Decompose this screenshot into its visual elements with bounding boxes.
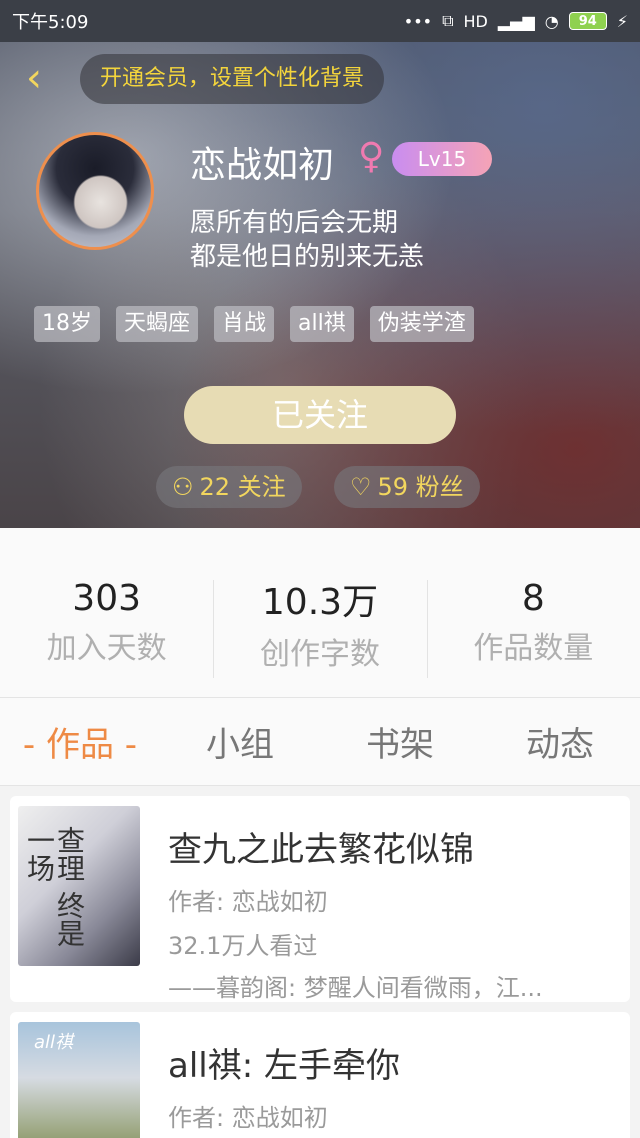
heart-plus-icon: ♡ — [350, 473, 372, 501]
following-label: 22 关注 — [199, 473, 286, 501]
following-count-button[interactable]: ⚇ 22 关注 — [156, 466, 302, 508]
tab-groups[interactable]: 小组 — [160, 717, 320, 766]
stats-panel: 303 加入天数 10.3万 创作字数 8 作品数量 — [0, 528, 640, 698]
tag: 伪装学渣 — [369, 306, 474, 342]
bio: 愿所有的后会无期 都是他日的别来无恙 — [190, 206, 424, 274]
stat-word-count: 10.3万 创作字数 — [213, 528, 426, 697]
charging-icon: ⚡ — [616, 11, 628, 31]
tag: 肖战 — [214, 306, 275, 342]
stat-join-days: 303 加入天数 — [0, 528, 213, 697]
stat-label: 创作字数 — [259, 636, 380, 672]
cover-title: all祺 — [34, 1032, 74, 1053]
fans-label: 59 粉丝 — [377, 473, 464, 501]
status-bar: 下午5:09 ••• ⧉ HD ▂▄▆ ◔ 94 ⚡ — [0, 0, 640, 42]
work-cover-image: 查理 终是一场 — [18, 806, 140, 966]
vip-background-banner[interactable]: 开通会员，设置个性化背景 — [80, 54, 385, 104]
stat-value: 303 — [72, 578, 142, 619]
stat-label: 作品数量 — [473, 631, 594, 666]
status-time: 下午5:09 — [12, 12, 89, 33]
stat-label: 加入天数 — [46, 631, 167, 666]
tab-activity[interactable]: 动态 — [480, 717, 640, 766]
hd-signal-icon: HD — [463, 11, 488, 31]
signal-bars-icon: ▂▄▆ — [497, 11, 535, 31]
more-dots-icon: ••• — [403, 11, 433, 31]
stat-works-count: 8 作品数量 — [426, 528, 640, 697]
battery-icon: 94 — [568, 12, 607, 30]
stat-value: 10.3万 — [261, 581, 379, 623]
cover-title: 查理 终是一场 — [23, 826, 86, 947]
level-badge: Lv15 — [392, 142, 492, 176]
work-author: 作者: 恋战如初 — [168, 888, 328, 916]
work-title: all祺: 左手牵你 — [168, 1046, 400, 1086]
avatar[interactable] — [36, 132, 154, 250]
female-gender-icon: ♀ — [358, 136, 385, 177]
work-card[interactable]: all祺 all祺: 左手牵你 作者: 恋战如初 — [10, 1012, 630, 1138]
work-author: 作者: 恋战如初 — [168, 1104, 328, 1132]
username: 恋战如初 — [190, 145, 335, 186]
tab-bookshelf[interactable]: 书架 — [320, 717, 480, 766]
bio-line-1: 愿所有的后会无期 — [190, 208, 399, 238]
work-views: 32.1万人看过 — [168, 932, 318, 960]
tag: all祺 — [290, 306, 354, 342]
stat-value: 8 — [521, 578, 545, 619]
tag: 18岁 — [34, 306, 100, 342]
rotation-icon: ⧉ — [442, 11, 454, 30]
followed-button[interactable]: 已关注 — [184, 386, 456, 444]
work-card[interactable]: 查理 终是一场 查九之此去繁花似锦 作者: 恋战如初 32.1万人看过 ——暮韵… — [10, 796, 630, 1002]
bio-line-2: 都是他日的别来无恙 — [190, 242, 425, 272]
work-title: 查九之此去繁花似锦 — [168, 830, 474, 870]
tab-works[interactable]: - 作品 - — [0, 717, 160, 766]
fans-count-button[interactable]: ♡ 59 粉丝 — [334, 466, 480, 508]
work-description: ——暮韵阁: 梦醒人间看微雨，江... — [168, 974, 543, 1002]
profile-tags: 18岁 天蝎座 肖战 all祺 伪装学渣 — [34, 306, 474, 342]
work-cover-image: all祺 — [18, 1022, 140, 1138]
status-icons: ••• ⧉ HD ▂▄▆ ◔ 94 ⚡ — [404, 11, 628, 31]
profile-tabs: - 作品 - 小组 书架 动态 — [0, 698, 640, 786]
user-plus-icon: ⚇ — [172, 473, 194, 501]
tag: 天蝎座 — [116, 306, 199, 342]
wifi-icon: ◔ — [544, 11, 559, 31]
back-arrow-icon[interactable]: ‹ — [14, 56, 54, 100]
